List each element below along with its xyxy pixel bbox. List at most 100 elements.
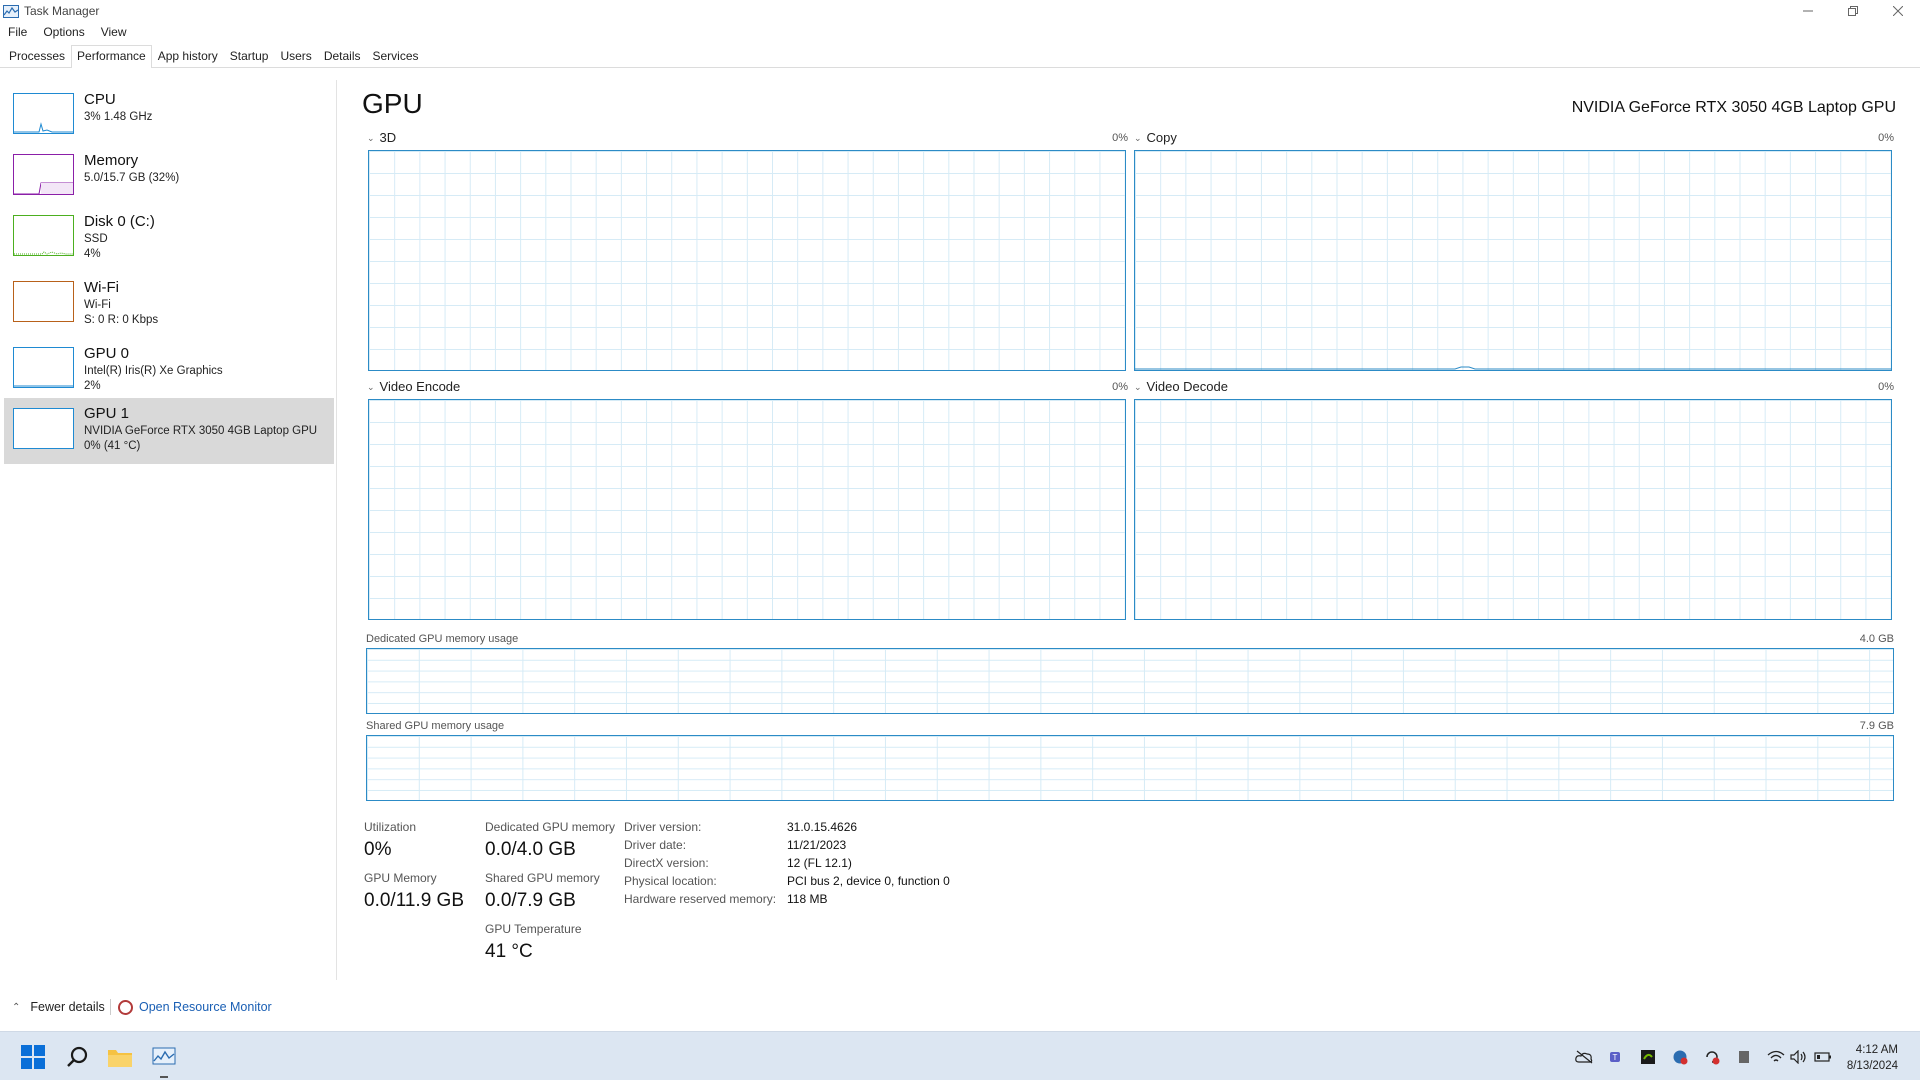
shared-memory-graph-label: Shared GPU memory usage: [366, 720, 505, 732]
sidebar-item-disk[interactable]: Disk 0 (C:) SSD 4%: [4, 206, 334, 270]
fewer-details-button[interactable]: ⌃ Fewer details: [12, 1000, 105, 1014]
chevron-down-icon: ⌄: [367, 133, 375, 143]
open-resource-monitor-link[interactable]: Open Resource Monitor: [118, 999, 272, 1015]
chevron-down-icon: ⌄: [367, 382, 375, 392]
physical-location-key: Physical location:: [624, 874, 717, 888]
windows-logo-icon: [21, 1045, 45, 1069]
footer-bar: ⌃ Fewer details Open Resource Monitor: [0, 996, 600, 1018]
disk-thumbnail-graph: [13, 215, 74, 256]
sidebar-item-title: Wi-Fi: [84, 279, 119, 296]
tab-details[interactable]: Details: [318, 45, 367, 67]
gpu-memory-label: GPU Memory: [364, 871, 437, 885]
sidebar-item-cpu[interactable]: CPU 3% 1.48 GHz: [4, 84, 334, 148]
sidebar-item-gpu-1[interactable]: GPU 1 NVIDIA GeForce RTX 3050 4GB Laptop…: [4, 398, 334, 464]
gpu-temperature-label: GPU Temperature: [485, 922, 582, 936]
nvidia-tray-icon[interactable]: [1639, 1049, 1657, 1065]
graph-video-decode: [1134, 399, 1892, 620]
search-button[interactable]: [64, 1044, 90, 1070]
task-manager-taskbar-button[interactable]: [151, 1044, 177, 1070]
shared-gpu-memory-value: 0.0/7.9 GB: [485, 890, 576, 911]
dedicated-memory-max: 4.0 GB: [1859, 633, 1894, 645]
panel-percentage: 0%: [1878, 381, 1894, 393]
sidebar-item-gpu-0[interactable]: GPU 0 Intel(R) Iris(R) Xe Graphics 2%: [4, 338, 334, 402]
menu-options[interactable]: Options: [35, 25, 92, 39]
title-bar: Task Manager: [0, 0, 1920, 22]
sidebar-item-memory[interactable]: Memory 5.0/15.7 GB (32%): [4, 145, 334, 209]
panel-percentage: 0%: [1112, 132, 1128, 144]
volume-tray-icon[interactable]: [1790, 1049, 1808, 1065]
physical-location-value: PCI bus 2, device 0, function 0: [787, 874, 950, 888]
wifi-thumbnail-graph: [13, 281, 74, 322]
driver-version-key: Driver version:: [624, 820, 702, 834]
graph-3d: [368, 150, 1126, 371]
page-title: GPU: [362, 88, 423, 119]
gpu1-thumbnail-graph: [13, 408, 74, 449]
chevron-up-icon: ⌃: [12, 1001, 21, 1013]
tab-performance[interactable]: Performance: [71, 45, 152, 68]
panel-video-encode-selector[interactable]: ⌄ Video Encode: [367, 379, 460, 394]
sidebar-item-wifi[interactable]: Wi-Fi Wi-Fi S: 0 R: 0 Kbps: [4, 272, 334, 336]
driver-date-value: 11/21/2023: [787, 838, 847, 852]
sidebar-item-detail: S: 0 R: 0 Kbps: [84, 314, 159, 326]
close-icon: [1892, 6, 1903, 16]
dedicated-gpu-memory-value: 0.0/4.0 GB: [485, 839, 576, 860]
shared-gpu-memory-label: Shared GPU memory: [485, 871, 600, 885]
minimize-button[interactable]: [1785, 0, 1830, 22]
battery-tray-icon[interactable]: [1814, 1049, 1832, 1065]
sidebar-item-detail: 5.0/15.7 GB (32%): [84, 172, 180, 184]
tab-bar: Processes Performance App history Startu…: [0, 45, 1920, 68]
sidebar-item-title: GPU 1: [84, 405, 130, 422]
onedrive-tray-icon[interactable]: [1575, 1049, 1593, 1065]
menu-file[interactable]: File: [0, 25, 35, 39]
directx-version-value: 12 (FL 12.1): [787, 856, 852, 870]
sidebar-item-detail: NVIDIA GeForce RTX 3050 4GB Laptop GPU: [84, 425, 318, 437]
directx-version-key: DirectX version:: [624, 856, 709, 870]
panel-percentage: 0%: [1878, 132, 1894, 144]
sidebar-item-detail: 0% (41 °C): [84, 440, 141, 452]
sidebar-item-detail: 4%: [84, 248, 101, 260]
update-tray-icon[interactable]: [1703, 1049, 1721, 1065]
search-icon: [67, 1046, 88, 1067]
driver-version-value: 31.0.15.4626: [787, 820, 858, 834]
gpu-temperature-value: 41 °C: [485, 941, 533, 962]
restore-icon: [1847, 6, 1858, 16]
panel-label: Video Decode: [1146, 379, 1228, 394]
menu-bar: File Options View: [0, 22, 135, 42]
tab-startup[interactable]: Startup: [224, 45, 275, 67]
wifi-tray-icon[interactable]: [1767, 1049, 1785, 1065]
chevron-down-icon: ⌄: [1134, 382, 1142, 392]
graph-video-encode: [368, 399, 1126, 620]
panel-video-decode-selector[interactable]: ⌄ Video Decode: [1134, 379, 1228, 394]
graph-shared-memory: [366, 735, 1894, 801]
app-tray-icon[interactable]: [1735, 1049, 1753, 1065]
restore-button[interactable]: [1830, 0, 1875, 22]
svg-text:T: T: [1613, 1053, 1618, 1062]
task-manager-icon: [3, 4, 19, 18]
teams-tray-icon[interactable]: T: [1607, 1049, 1625, 1065]
security-tray-icon[interactable]: [1671, 1049, 1689, 1065]
system-clock[interactable]: 4:12 AM 8/13/2024: [1847, 1042, 1898, 1074]
file-explorer-button[interactable]: [107, 1044, 133, 1070]
sidebar-item-title: CPU: [84, 91, 116, 108]
sidebar-item-title: Disk 0 (C:): [84, 213, 155, 230]
hardware-reserved-memory-key: Hardware reserved memory:: [624, 892, 777, 906]
folder-icon: [108, 1050, 132, 1067]
task-manager-icon: [152, 1047, 176, 1065]
panel-label: 3D: [379, 130, 397, 145]
tab-processes[interactable]: Processes: [3, 45, 71, 67]
dedicated-memory-graph-label: Dedicated GPU memory usage: [366, 633, 519, 645]
fewer-details-label: Fewer details: [30, 1000, 105, 1014]
panel-label: Copy: [1146, 130, 1177, 145]
menu-view[interactable]: View: [93, 25, 135, 39]
close-button[interactable]: [1875, 0, 1920, 22]
panel-3d-selector[interactable]: ⌄ 3D: [367, 130, 396, 145]
start-button[interactable]: [20, 1044, 46, 1070]
tab-users[interactable]: Users: [274, 45, 317, 67]
clock-time: 4:12 AM: [1855, 1044, 1898, 1056]
cpu-thumbnail-graph: [13, 93, 74, 134]
panel-copy-selector[interactable]: ⌄ Copy: [1134, 130, 1177, 145]
tab-app-history[interactable]: App history: [152, 45, 224, 67]
sidebar-item-title: GPU 0: [84, 345, 130, 362]
sidebar-item-detail: Intel(R) Iris(R) Xe Graphics: [84, 365, 223, 377]
tab-services[interactable]: Services: [367, 45, 425, 67]
